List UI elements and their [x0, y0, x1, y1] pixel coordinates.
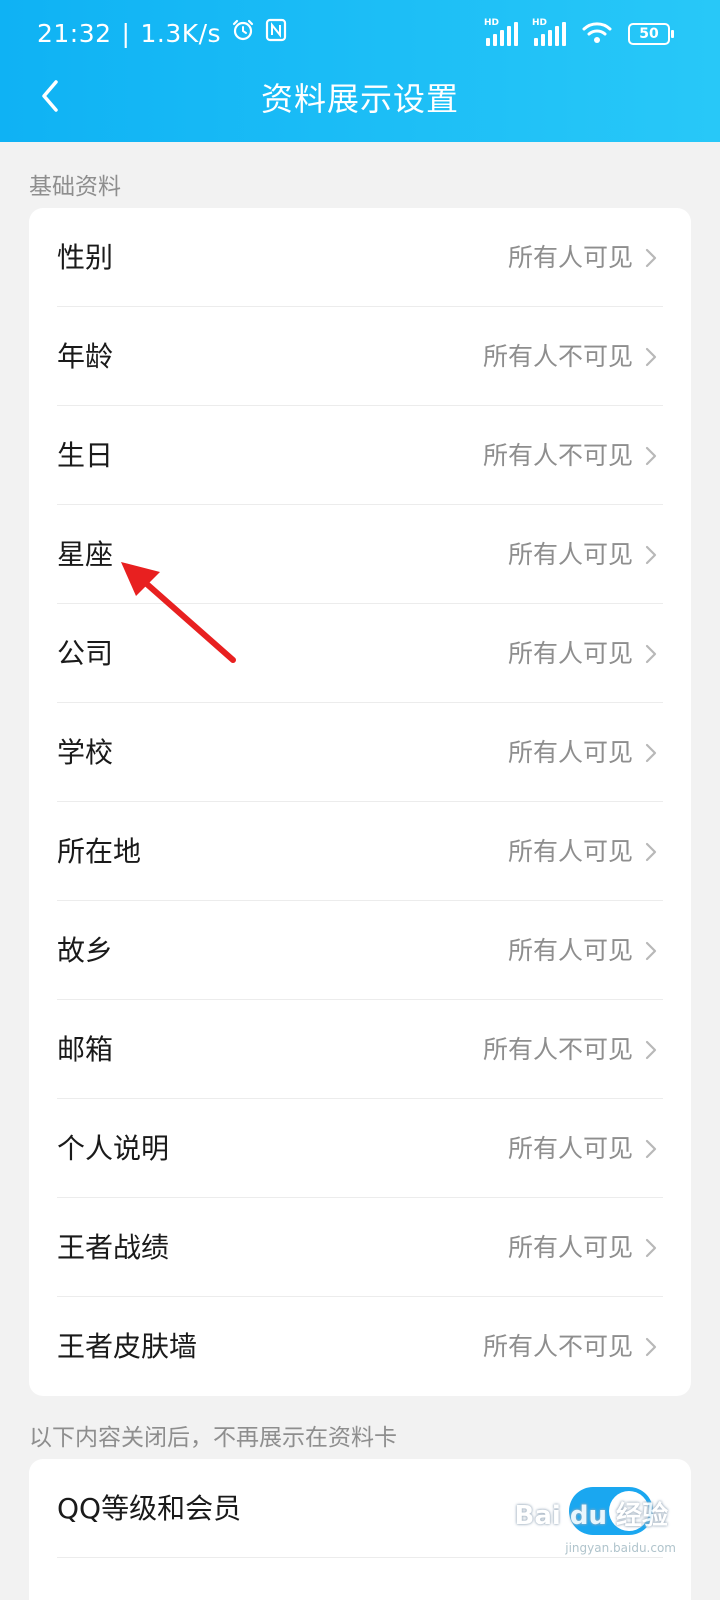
visibility-value: 所有人可见 [507, 639, 633, 668]
setting-row[interactable]: 生日 所有人不可见 [29, 406, 691, 505]
setting-label: QQ等级和会员 [57, 1492, 242, 1525]
status-separator: | [121, 18, 131, 48]
battery-indicator: 50 [628, 23, 674, 45]
visibility-value: 所有人可见 [507, 243, 633, 272]
chevron-right-icon [645, 1238, 657, 1258]
visibility-value: 所有人可见 [507, 540, 633, 569]
chevron-right-icon [645, 743, 657, 763]
setting-row[interactable]: 年龄 所有人不可见 [29, 307, 691, 406]
section-label-basic: 基础资料 [29, 174, 121, 200]
chevron-right-icon [645, 1337, 657, 1357]
divider [57, 1557, 663, 1558]
chevron-right-icon [645, 248, 657, 268]
wifi-icon [582, 20, 612, 48]
setting-label: 公司 [57, 637, 114, 670]
page-title: 资料展示设置 [260, 80, 459, 118]
setting-label: 星座 [57, 538, 114, 571]
watermark-url: jingyan.baidu.com [565, 1541, 676, 1555]
clock: 21:32 [37, 18, 112, 48]
chevron-right-icon [645, 941, 657, 961]
chevron-right-icon [645, 446, 657, 466]
chevron-right-icon [645, 1139, 657, 1159]
chevron-right-icon [645, 1040, 657, 1060]
setting-row[interactable]: 个人说明 所有人可见 [29, 1099, 691, 1198]
visibility-value: 所有人可见 [507, 936, 633, 965]
setting-row[interactable]: 星座 所有人可见 [29, 505, 691, 604]
basic-info-card: 性别 所有人可见 年龄 所有人不可见 生日 所有人不可见 星座 所有人可见 公司 所有人可见 学校所… [29, 208, 691, 1396]
setting-label: 邮箱 [57, 1033, 114, 1066]
visibility-value: 所有人不可见 [482, 1035, 633, 1064]
chevron-right-icon [645, 842, 657, 862]
network-speed: 1.3K/s [140, 18, 222, 48]
chevron-right-icon [645, 545, 657, 565]
setting-row[interactable]: 学校 所有人可见 [29, 703, 691, 802]
status-bar: 21:32 | 1.3K/s HD HD 50 [0, 0, 720, 70]
setting-row[interactable]: 故乡 所有人可见 [29, 901, 691, 1000]
nfc-icon [265, 18, 287, 48]
setting-label: 王者战绩 [57, 1231, 170, 1264]
section-label-card: 以下内容关闭后，不再展示在资料卡 [29, 1425, 397, 1451]
visibility-value: 所有人可见 [507, 1134, 633, 1163]
visibility-value: 所有人可见 [507, 1233, 633, 1262]
signal-1-icon: HD [484, 18, 518, 46]
setting-row[interactable]: 性别 所有人可见 [29, 208, 691, 307]
chevron-right-icon [645, 347, 657, 367]
setting-label: 所在地 [57, 835, 142, 868]
visibility-value: 所有人不可见 [482, 1332, 633, 1361]
setting-label: 个人说明 [57, 1132, 170, 1165]
visibility-value: 所有人不可见 [482, 441, 633, 470]
setting-row[interactable]: 公司 所有人可见 [29, 604, 691, 703]
visibility-value: 所有人不可见 [482, 342, 633, 371]
setting-label: 故乡 [57, 934, 114, 967]
app-header: 21:32 | 1.3K/s HD HD 50 资料展示设置 [0, 0, 720, 142]
chevron-right-icon [645, 644, 657, 664]
setting-label: 王者皮肤墙 [57, 1330, 198, 1363]
setting-row[interactable]: 所在地 所有人可见 [29, 802, 691, 901]
setting-row[interactable]: 王者战绩 所有人可见 [29, 1198, 691, 1297]
setting-label: 学校 [57, 736, 114, 769]
setting-label: 性别 [57, 241, 114, 274]
alarm-icon [231, 18, 255, 48]
setting-row[interactable]: 王者皮肤墙 所有人不可见 [29, 1297, 691, 1396]
visibility-value: 所有人可见 [507, 738, 633, 767]
setting-label: 生日 [57, 439, 114, 472]
visibility-value: 所有人可见 [507, 837, 633, 866]
signal-2-icon: HD [532, 18, 566, 46]
setting-row[interactable]: 邮箱 所有人不可见 [29, 1000, 691, 1099]
watermark-logo: Bai du 经验 [514, 1501, 669, 1531]
setting-label: 年龄 [57, 340, 114, 373]
